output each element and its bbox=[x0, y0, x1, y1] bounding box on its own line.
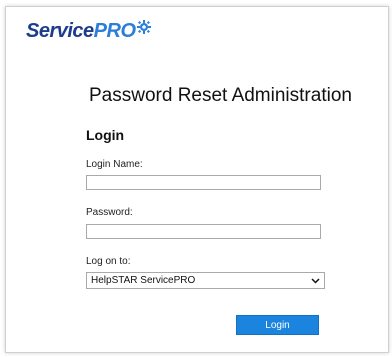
logon-to-label: Log on to: bbox=[86, 256, 131, 267]
login-name-label: Login Name: bbox=[86, 159, 143, 170]
page-title: Password Reset Administration bbox=[89, 85, 352, 106]
logon-to-selected-value: HelpSTAR ServicePRO bbox=[91, 275, 196, 286]
login-panel: Service PRO Password Reset Administration bbox=[5, 6, 389, 353]
logo-text-service: Service bbox=[26, 20, 94, 42]
password-label: Password: bbox=[86, 207, 133, 218]
chevron-down-icon[interactable] bbox=[311, 276, 320, 286]
gear-icon bbox=[136, 17, 151, 40]
logon-to-select[interactable]: HelpSTAR ServicePRO bbox=[86, 272, 325, 289]
login-button[interactable]: Login bbox=[236, 315, 319, 335]
servicepro-logo: Service PRO bbox=[26, 20, 151, 43]
login-section-heading: Login bbox=[86, 127, 125, 143]
login-name-input[interactable] bbox=[86, 175, 321, 190]
logo-text-pro: PRO bbox=[93, 20, 136, 42]
password-input[interactable] bbox=[86, 224, 321, 239]
